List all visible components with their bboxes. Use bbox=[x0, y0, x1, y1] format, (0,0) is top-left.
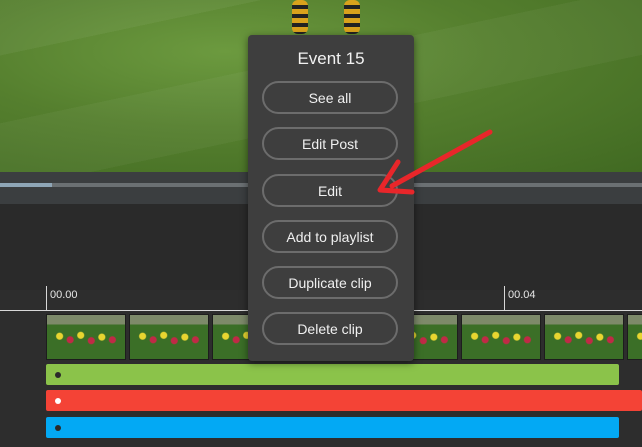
track-marker[interactable] bbox=[55, 398, 61, 404]
player-leg bbox=[344, 0, 360, 34]
ruler-tick bbox=[504, 286, 505, 310]
see-all-button[interactable]: See all bbox=[262, 81, 398, 114]
track-red[interactable] bbox=[46, 390, 642, 411]
clip-thumbnail[interactable] bbox=[461, 314, 541, 360]
clip-thumbnail[interactable] bbox=[46, 314, 126, 360]
clip-thumbnail[interactable] bbox=[129, 314, 209, 360]
clip-thumbnail[interactable] bbox=[544, 314, 624, 360]
ruler-tick-label: 00.00 bbox=[50, 289, 78, 301]
clip-thumbnail[interactable] bbox=[627, 314, 642, 360]
track-marker[interactable] bbox=[55, 372, 61, 378]
event-context-menu: Event 15 See all Edit Post Edit Add to p… bbox=[248, 35, 414, 361]
ruler-tick-label: 00.04 bbox=[508, 289, 536, 301]
menu-title: Event 15 bbox=[297, 49, 365, 68]
scrubber-progress bbox=[0, 183, 52, 187]
track-green[interactable] bbox=[46, 364, 619, 385]
edit-button[interactable]: Edit bbox=[262, 174, 398, 207]
ruler-tick bbox=[46, 286, 47, 310]
edit-post-button[interactable]: Edit Post bbox=[262, 127, 398, 160]
add-to-playlist-button[interactable]: Add to playlist bbox=[262, 220, 398, 253]
track-marker[interactable] bbox=[55, 425, 61, 431]
delete-clip-button[interactable]: Delete clip bbox=[262, 312, 398, 345]
track-blue[interactable] bbox=[46, 417, 619, 438]
player-leg bbox=[292, 0, 308, 34]
duplicate-clip-button[interactable]: Duplicate clip bbox=[262, 266, 398, 299]
